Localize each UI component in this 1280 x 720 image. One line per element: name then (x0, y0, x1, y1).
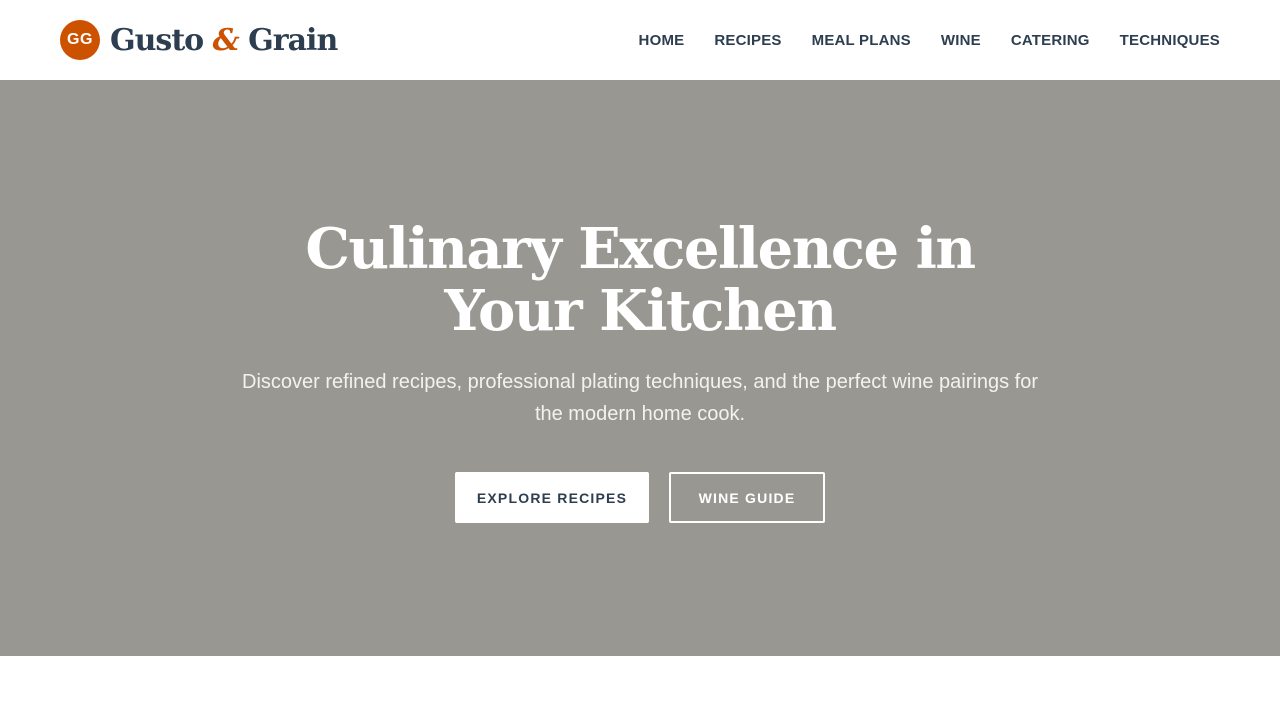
brand-ampersand: & (212, 22, 240, 58)
nav-item-meal-plans[interactable]: MEAL PLANS (812, 32, 911, 49)
hero-content: Culinary Excellence in Your Kitchen Disc… (240, 218, 1040, 523)
nav-item-techniques[interactable]: TECHNIQUES (1120, 32, 1220, 49)
nav-item-home[interactable]: HOME (639, 32, 685, 49)
site-header: GG Gusto & Grain HOME RECIPES MEAL PLANS… (0, 0, 1280, 80)
hero-buttons: EXPLORE RECIPES WINE GUIDE (240, 472, 1040, 523)
site-logo[interactable]: GG Gusto & Grain (60, 20, 338, 60)
wine-guide-button[interactable]: WINE GUIDE (669, 472, 825, 523)
nav-item-catering[interactable]: CATERING (1011, 32, 1090, 49)
explore-recipes-button[interactable]: EXPLORE RECIPES (455, 472, 649, 523)
nav-item-wine[interactable]: WINE (941, 32, 981, 49)
logo-badge: GG (60, 20, 100, 60)
brand-name: Gusto & Grain (110, 22, 338, 58)
hero-title: Culinary Excellence in Your Kitchen (305, 216, 976, 344)
brand-name-part2: Grain (238, 22, 338, 58)
nav-item-recipes[interactable]: RECIPES (714, 32, 781, 49)
brand-name-part1: Gusto (110, 22, 213, 58)
hero-section: Culinary Excellence in Your Kitchen Disc… (0, 80, 1280, 656)
hero-subtitle: Discover refined recipes, professional p… (242, 371, 1038, 425)
main-nav: HOME RECIPES MEAL PLANS WINE CATERING TE… (609, 0, 1220, 80)
